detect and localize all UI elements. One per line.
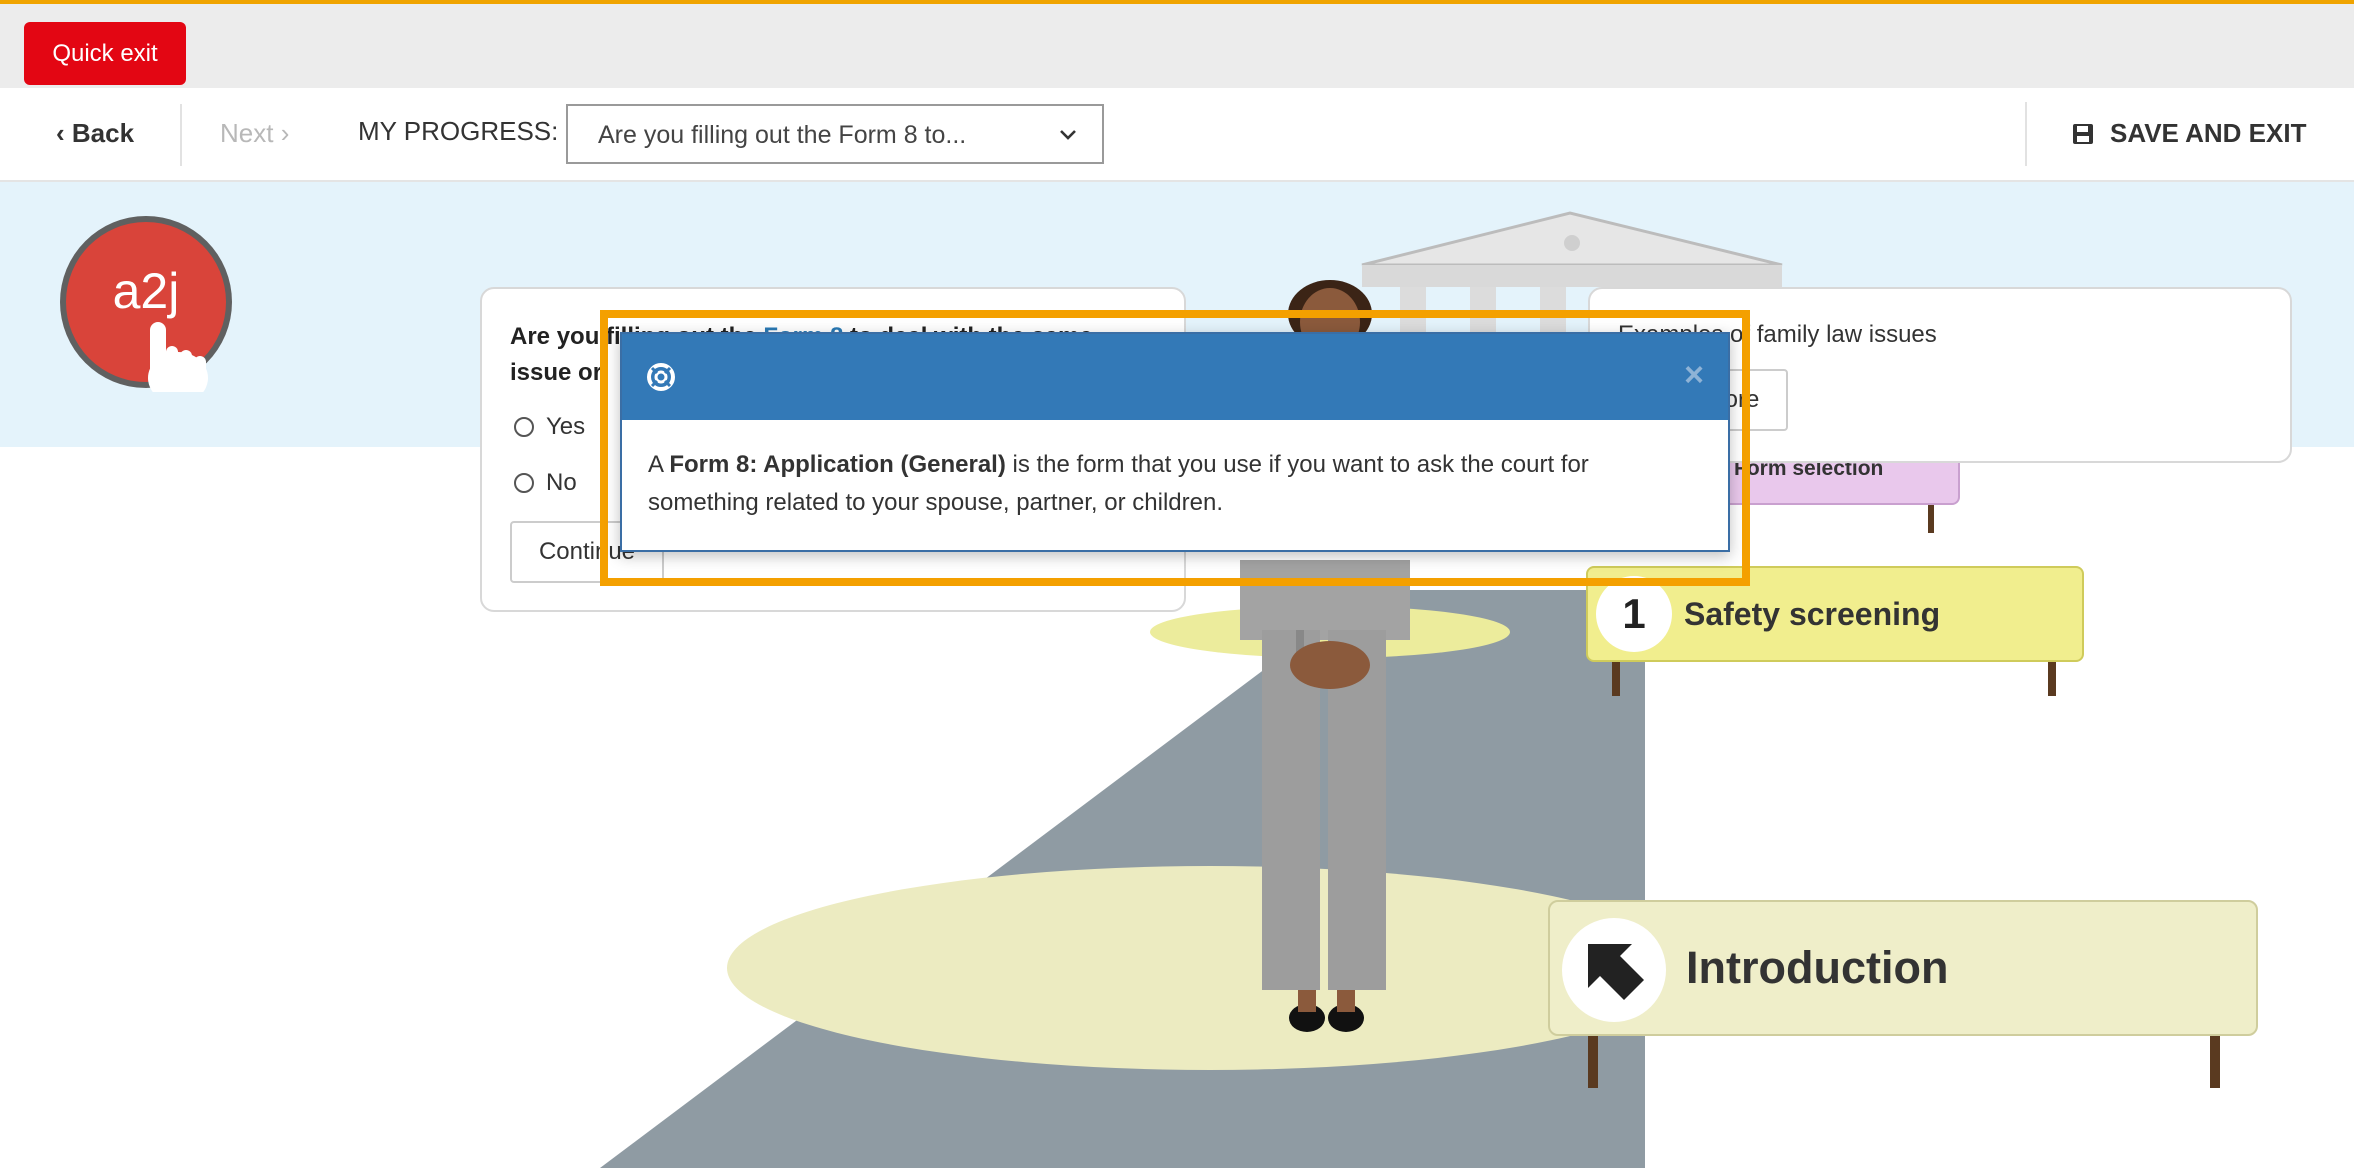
sign-post bbox=[2048, 660, 2056, 696]
help-lifebuoy-icon bbox=[647, 363, 675, 391]
sign-post bbox=[1612, 660, 1620, 696]
radio-option-no[interactable]: No bbox=[514, 469, 577, 497]
radio-option-yes[interactable]: Yes bbox=[514, 413, 585, 441]
sign-post bbox=[1928, 505, 1934, 533]
radio-label: Yes bbox=[546, 413, 586, 440]
radio-button[interactable] bbox=[514, 473, 534, 493]
arrow-up-left-icon bbox=[1588, 944, 1644, 1000]
popup-body-text: A Form 8: Application (General) is the f… bbox=[648, 446, 1688, 522]
popup-body-prefix: A bbox=[648, 451, 670, 478]
arrow-badge bbox=[1562, 918, 1666, 1022]
logo-text: a2j bbox=[112, 263, 180, 319]
introduction-sign[interactable]: Introduction bbox=[1548, 900, 2258, 1036]
close-icon[interactable]: × bbox=[1684, 356, 1704, 395]
a2j-logo: a2j bbox=[56, 212, 236, 404]
step-number-badge: 1 bbox=[1596, 576, 1672, 652]
popup-term: Form 8: Application (General) bbox=[669, 451, 1006, 478]
safety-screening-label: Safety screening bbox=[1684, 596, 1941, 632]
radio-button[interactable] bbox=[514, 417, 534, 437]
popup-header: × bbox=[622, 334, 1728, 420]
introduction-label: Introduction bbox=[1686, 942, 1949, 993]
sign-post bbox=[1588, 1034, 1598, 1088]
help-popup: × A Form 8: Application (General) is the… bbox=[620, 332, 1730, 552]
radio-label: No bbox=[546, 469, 577, 496]
sign-post bbox=[2210, 1034, 2220, 1088]
